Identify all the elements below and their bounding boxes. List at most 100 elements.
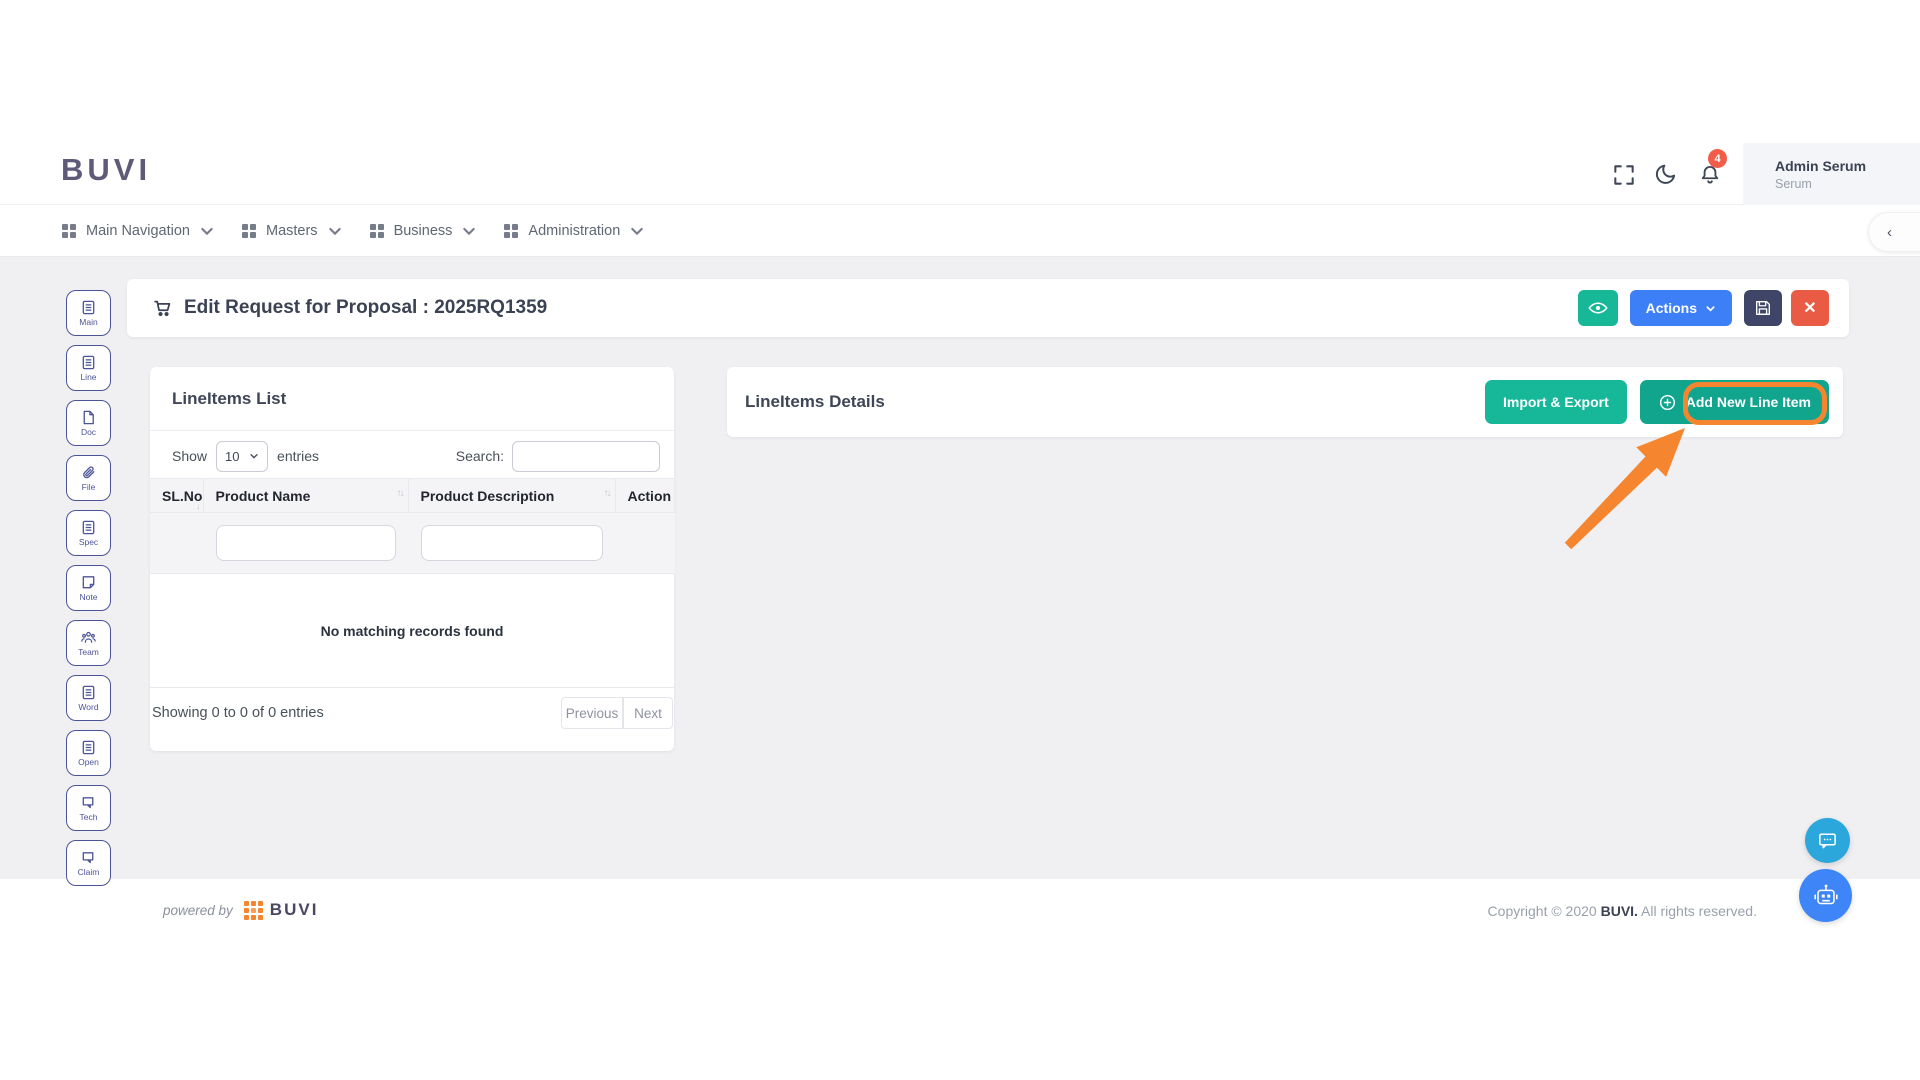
product-name-filter-input[interactable]	[215, 525, 396, 561]
user-menu[interactable]: Admin Serum Serum	[1743, 143, 1920, 205]
sidebar-item-label: Doc	[80, 427, 97, 437]
page-size-value: 10	[225, 448, 240, 464]
grid-icon	[504, 224, 519, 238]
user-role: Serum	[1775, 176, 1812, 191]
filter-cell-product-name	[203, 512, 409, 574]
import-export-label: Import & Export	[1502, 394, 1609, 410]
sidebar-item-doc[interactable]: Doc	[66, 400, 111, 446]
sidebar-item-label: Note	[79, 592, 98, 602]
dark-mode-moon-icon[interactable]	[1653, 161, 1679, 187]
grid-icon	[241, 224, 256, 238]
sidebar-item-label: Word	[78, 702, 99, 712]
chevron-down-icon	[250, 454, 258, 459]
main-navbar: Main Navigation Masters Business Adminis…	[0, 206, 1920, 257]
sidebar-item-main[interactable]: Main	[66, 290, 111, 336]
brand-logo[interactable]: BUVI	[61, 152, 151, 188]
close-x-icon: ✕	[1803, 300, 1817, 317]
filter-cell-action	[615, 512, 675, 574]
lineitems-list-title: LineItems List	[172, 388, 287, 408]
grid-icon	[369, 224, 384, 238]
page-size-select[interactable]: 10	[216, 440, 269, 472]
sidebar-item-spec[interactable]: Spec	[66, 510, 111, 556]
sidebar-item-tech[interactable]: Tech	[66, 785, 111, 831]
sort-icon: ↑↓	[603, 488, 612, 499]
sidebar-item-label: Line	[80, 372, 97, 382]
previous-page-button[interactable]: Previous	[561, 697, 623, 729]
chevron-down-icon	[463, 227, 476, 236]
nav-item-main-navigation[interactable]: Main Navigation	[61, 223, 215, 239]
sidebar-item-claim[interactable]: Claim	[66, 840, 111, 886]
add-new-line-item-label: Add New Line Item	[1685, 394, 1811, 410]
document-lines-icon	[82, 520, 95, 535]
lineitems-details-panel: LineItems Details Import & Export Add Ne…	[727, 367, 1843, 437]
filter-cell-slno	[150, 512, 204, 574]
sidebar-item-team[interactable]: Team	[66, 620, 111, 666]
save-button[interactable]	[1744, 290, 1782, 326]
table-summary: Showing 0 to 0 of 0 entries	[152, 705, 324, 721]
import-export-button[interactable]: Import & Export	[1484, 380, 1627, 424]
plus-circle-icon	[1659, 394, 1675, 410]
add-new-line-item-button[interactable]: Add New Line Item	[1639, 380, 1829, 424]
user-name: Admin Serum	[1775, 157, 1867, 174]
nav-item-business[interactable]: Business	[369, 223, 478, 239]
column-header-slno[interactable]: SL.No ↓	[150, 478, 204, 513]
nav-item-masters[interactable]: Masters	[241, 223, 343, 239]
search-input[interactable]	[512, 440, 660, 472]
chat-bubble-icon	[1819, 833, 1836, 849]
note-icon	[82, 576, 95, 589]
empty-table-message: No matching records found	[150, 573, 674, 688]
navbar-collapse-button[interactable]: ‹	[1868, 212, 1920, 252]
sidebar-item-open[interactable]: Open	[66, 730, 111, 776]
top-header: BUVI 4 Admin Serum Serum	[0, 0, 1920, 205]
team-icon	[81, 631, 96, 643]
sidebar-item-label: Open	[78, 757, 99, 767]
entries-label: entries	[277, 448, 320, 464]
buvi-dotgrid-icon	[243, 900, 263, 920]
chevron-down-icon	[1706, 305, 1715, 312]
lineitems-details-title: LineItems Details	[745, 392, 885, 411]
chat-icon	[82, 852, 94, 864]
footer-powered-by: powered by BUVI	[163, 900, 318, 920]
document-lines-icon	[82, 740, 95, 755]
robot-icon	[1813, 884, 1838, 904]
pagination: Previous Next	[561, 697, 673, 729]
column-header-product-description[interactable]: Product Description ↑↓	[408, 478, 616, 513]
bot-assistant-fab-button[interactable]	[1799, 869, 1852, 922]
sidebar-item-label: Spec	[78, 537, 99, 547]
next-page-button[interactable]: Next	[623, 697, 673, 729]
actions-label: Actions	[1645, 300, 1697, 316]
product-description-filter-input[interactable]	[420, 525, 603, 561]
app-root: BUVI 4 Admin Serum Serum Main Navigation…	[0, 0, 1920, 1080]
close-button[interactable]: ✕	[1791, 290, 1829, 326]
fullscreen-icon[interactable]	[1611, 162, 1637, 188]
sidebar-item-note[interactable]: Note	[66, 565, 111, 611]
lineitems-list-panel: LineItems List Show 10 entries Search: S…	[150, 367, 675, 751]
nav-item-label: Masters	[265, 223, 318, 239]
view-button[interactable]	[1577, 290, 1618, 326]
page-icon	[83, 410, 94, 425]
search-label: Search:	[455, 448, 504, 464]
chat-icon	[82, 797, 94, 809]
nav-item-administration[interactable]: Administration	[503, 223, 645, 239]
footer-brand: BUVI	[269, 900, 319, 919]
sidebar-item-label: Team	[78, 647, 99, 657]
powered-by-label: powered by	[163, 902, 233, 918]
chevron-down-icon	[328, 227, 341, 236]
sidebar-item-word[interactable]: Word	[66, 675, 111, 721]
chat-fab-button[interactable]	[1805, 818, 1850, 863]
eye-icon	[1588, 302, 1608, 314]
sort-icon: ↑↓	[396, 488, 405, 499]
actions-dropdown-button[interactable]: Actions	[1629, 290, 1732, 326]
nav-item-label: Business	[393, 223, 453, 239]
nav-item-label: Administration	[528, 223, 621, 239]
sidebar-item-line[interactable]: Line	[66, 345, 111, 391]
sort-icon: ↓	[196, 501, 201, 511]
page-title: Edit Request for Proposal : 2025RQ1359	[184, 297, 548, 318]
page-title-bar: Edit Request for Proposal : 2025RQ1359 A…	[127, 279, 1849, 337]
column-header-product-name[interactable]: Product Name ↑↓	[203, 478, 409, 513]
sidebar-item-label: File	[81, 482, 96, 492]
document-lines-icon	[82, 685, 95, 700]
cart-icon	[154, 300, 171, 317]
sidebar-item-file[interactable]: File	[66, 455, 111, 501]
column-header-action: Action	[615, 478, 674, 513]
